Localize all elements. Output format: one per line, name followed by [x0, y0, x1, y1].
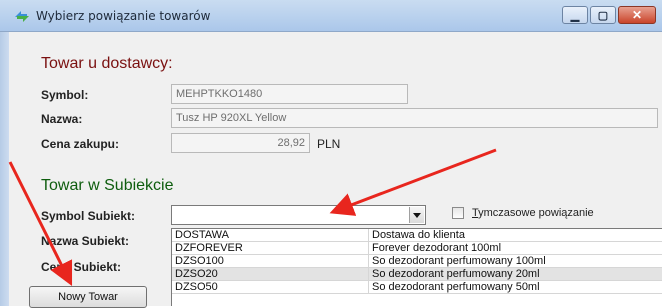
subiekt-section-heading: Towar w Subiekcie [41, 177, 174, 194]
new-item-button[interactable]: Nowy Towar [29, 286, 147, 308]
list-item[interactable]: DZSO50 So dezodorant perfumowany 50ml [172, 281, 662, 294]
item-name: So dezodorant perfumowany 100ml [368, 255, 546, 267]
supplier-section-heading: Towar u dostawcy: [41, 55, 173, 72]
supplier-name-label: Nazwa: [41, 112, 83, 126]
window-title: Wybierz powiązanie towarów [36, 9, 211, 23]
symbol-dropdown-list[interactable]: DOSTAWA Dostawa do klienta DZFOREVER For… [171, 228, 662, 306]
purchase-price-label: Cena zakupu: [41, 137, 120, 151]
close-icon: ✕ [631, 8, 643, 22]
window-controls: ▁ ▢ ✕ [560, 6, 656, 24]
maximize-button[interactable]: ▢ [590, 6, 616, 24]
subiekt-name-label: Nazwa Subiekt: [41, 234, 130, 248]
supplier-symbol-label: Symbol: [41, 88, 89, 102]
title-bar[interactable]: Wybierz powiązanie towarów ▁ ▢ ✕ [0, 0, 662, 32]
temporary-link-checkbox[interactable] [452, 207, 464, 219]
purchase-price-field[interactable]: 28,92 [171, 133, 310, 153]
item-code: DZSO20 [175, 268, 218, 280]
list-item[interactable]: DZFOREVER Forever dezodorant 100ml [172, 242, 662, 255]
chevron-down-icon [413, 213, 421, 218]
minimize-icon: ▁ [570, 9, 580, 22]
close-button[interactable]: ✕ [618, 6, 656, 24]
subiekt-symbol-combobox[interactable] [171, 205, 426, 225]
supplier-symbol-field[interactable]: MEHPTKKO1480 [171, 84, 408, 104]
temporary-link-label-text: ymczasowe powiązanie [478, 207, 594, 219]
currency-label: PLN [317, 137, 341, 151]
app-arrows-icon [15, 11, 29, 22]
supplier-name-field[interactable]: Tusz HP 920XL Yellow [171, 108, 658, 128]
dropdown-button[interactable] [409, 207, 424, 223]
item-name: Forever dezodorant 100ml [368, 242, 501, 254]
item-code: DOSTAWA [175, 229, 229, 241]
item-code: DZFOREVER [175, 242, 243, 254]
temporary-link-label[interactable]: Tymczasowe powiązanie [472, 207, 594, 219]
item-name: Dostawa do klienta [368, 229, 465, 241]
item-code: DZSO100 [175, 255, 224, 267]
maximize-icon: ▢ [597, 9, 609, 22]
window-frame-left [0, 32, 9, 306]
minimize-button[interactable]: ▁ [562, 6, 588, 24]
item-name: So dezodorant perfumowany 20ml [368, 268, 540, 280]
item-name: So dezodorant perfumowany 50ml [368, 281, 540, 293]
list-item-selected[interactable]: DZSO20 So dezodorant perfumowany 20ml [172, 268, 662, 281]
list-item[interactable]: DZSO100 So dezodorant perfumowany 100ml [172, 255, 662, 268]
list-item[interactable]: DOSTAWA Dostawa do klienta [172, 229, 662, 242]
item-code: DZSO50 [175, 281, 218, 293]
subiekt-price-label: Cena Subiekt: [41, 260, 122, 274]
subiekt-symbol-label: Symbol Subiekt: [41, 209, 136, 223]
